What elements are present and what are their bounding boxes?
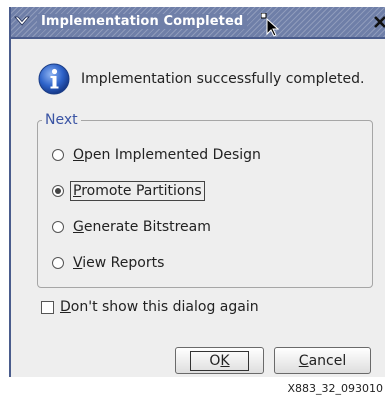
- window-title: Implementation Completed: [37, 14, 248, 29]
- info-icon: [38, 63, 70, 95]
- mnemonic: O: [73, 147, 85, 163]
- dont-show-again-label: Don't show this dialog again: [60, 299, 259, 315]
- option-generate-bitstream[interactable]: Generate Bitstream: [52, 217, 214, 237]
- dont-show-again-checkbox-row[interactable]: Don't show this dialog again: [41, 299, 259, 315]
- option-open-implemented-design[interactable]: Open Implemented Design: [52, 145, 264, 165]
- dont-show-again-checkbox[interactable]: [41, 300, 54, 314]
- label-text: on't show this dialog again: [70, 299, 259, 315]
- label-text: enerate Bitstream: [83, 219, 211, 235]
- radio-button[interactable]: [52, 221, 64, 233]
- ok-label: OK: [190, 350, 249, 371]
- ok-button[interactable]: OK: [175, 347, 264, 374]
- radio-button[interactable]: [52, 149, 64, 161]
- mnemonic: G: [73, 219, 84, 235]
- radio-button[interactable]: [52, 257, 64, 269]
- option-label: Generate Bitstream: [70, 217, 214, 237]
- label-text: ancel: [308, 352, 347, 369]
- mnemonic: V: [73, 255, 83, 271]
- message-row: Implementation successfully completed.: [38, 62, 364, 96]
- option-label: Promote Partitions: [70, 181, 205, 201]
- option-promote-partitions[interactable]: Promote Partitions: [52, 181, 205, 201]
- completion-message: Implementation successfully completed.: [81, 71, 365, 87]
- option-label: View Reports: [70, 253, 167, 273]
- label-text: iew Reports: [82, 255, 165, 271]
- radio-button-selected[interactable]: [52, 185, 64, 197]
- mnemonic: C: [298, 352, 309, 369]
- label-text: O: [209, 352, 221, 369]
- option-view-reports[interactable]: View Reports: [52, 253, 167, 273]
- figure-id-label: X883_32_093010: [287, 382, 383, 395]
- group-label: Next: [42, 112, 81, 128]
- cancel-label: Cancel: [299, 353, 346, 369]
- chevron-down-icon[interactable]: [13, 12, 31, 30]
- mouse-cursor-icon: [260, 12, 281, 37]
- mnemonic: P: [73, 183, 82, 199]
- option-label: Open Implemented Design: [70, 145, 264, 165]
- label-text: romote Partitions: [81, 183, 202, 199]
- next-options-group: Next Open Implemented Design Promote Par…: [37, 112, 373, 288]
- label-text: pen Implemented Design: [84, 147, 261, 163]
- close-icon[interactable]: [373, 13, 385, 31]
- mnemonic: K: [220, 352, 230, 369]
- mnemonic: D: [60, 299, 71, 315]
- implementation-completed-dialog: Implementation Completed Implementation …: [9, 7, 385, 377]
- cancel-button[interactable]: Cancel: [274, 347, 371, 374]
- title-bar[interactable]: Implementation Completed: [11, 7, 385, 39]
